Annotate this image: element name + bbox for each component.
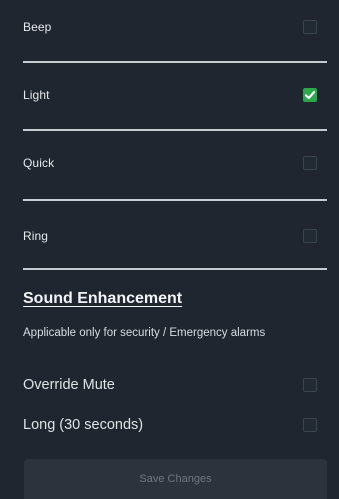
divider (23, 268, 327, 270)
beep-checkbox[interactable] (303, 20, 317, 34)
divider (23, 61, 327, 63)
option-beep[interactable]: Beep (0, 7, 339, 47)
option-ring[interactable]: Ring (0, 216, 339, 256)
option-label: Quick (23, 156, 55, 170)
checkmark-icon (304, 91, 316, 100)
ring-checkbox[interactable] (303, 229, 317, 243)
divider (23, 129, 327, 131)
option-light[interactable]: Light (0, 75, 339, 115)
option-override-mute[interactable]: Override Mute (0, 370, 339, 400)
option-label: Beep (23, 20, 52, 34)
divider (23, 199, 327, 201)
option-label: Ring (23, 229, 49, 243)
option-quick[interactable]: Quick (0, 143, 339, 183)
override-mute-checkbox[interactable] (303, 378, 317, 392)
option-label: Long (30 seconds) (23, 417, 144, 433)
long-duration-checkbox[interactable] (303, 418, 317, 432)
alert-sound-settings: Beep Light Quick Ring Sound Enhancement … (0, 0, 339, 499)
section-note: Applicable only for security / Emergency… (23, 327, 266, 339)
light-checkbox[interactable] (303, 88, 317, 102)
quick-checkbox[interactable] (303, 156, 317, 170)
option-label: Override Mute (23, 377, 115, 393)
option-long-30-seconds[interactable]: Long (30 seconds) (0, 410, 339, 440)
save-changes-button[interactable]: Save Changes (24, 459, 327, 499)
section-title: Sound Enhancement (23, 290, 183, 307)
option-label: Light (23, 88, 50, 102)
